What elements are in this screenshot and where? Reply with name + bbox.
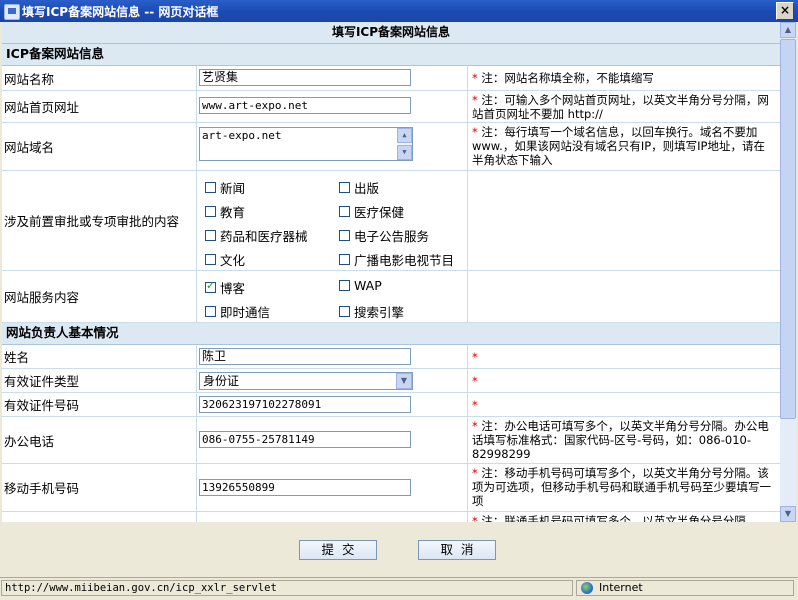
checkbox-blog[interactable]: 博客 <box>205 278 245 297</box>
checkbox-education[interactable]: 教育 <box>205 202 245 221</box>
chevron-down-icon[interactable]: ▼ <box>396 373 412 389</box>
checkbox-broadcast[interactable]: 广播电影电视节目 <box>339 250 454 269</box>
mobile-label: 移动手机号码 <box>2 464 197 511</box>
ie-page-icon <box>4 4 20 20</box>
checkbox-culture[interactable]: 文化 <box>205 250 245 269</box>
globe-icon <box>581 582 593 594</box>
page-title: 填写ICP备案网站信息 <box>2 22 780 44</box>
button-bar: 提交 取消 <box>0 522 798 576</box>
checkbox-publishing[interactable]: 出版 <box>339 178 379 197</box>
id-type-label: 有效证件类型 <box>2 369 197 392</box>
site-name-label: 网站名称 <box>2 66 197 90</box>
scroll-up-icon[interactable]: ▲ <box>780 22 796 38</box>
cancel-button[interactable]: 取消 <box>418 540 496 560</box>
site-home-input[interactable]: www.art-expo.net <box>199 97 411 114</box>
required-mark: * <box>472 374 478 388</box>
site-domain-label: 网站域名 <box>2 123 197 170</box>
row-service: 网站服务内容 博客 WAP 即时通信 搜索引擎 <box>2 271 780 323</box>
unicom-note: * 注：联通手机号码可填写多个，以英文半角分号分隔 <box>472 514 746 522</box>
row-office-phone: 办公电话 086-0755-25781149 * 注：办公电话可填写多个，以英文… <box>2 417 780 464</box>
site-domain-note: * 注：每行填写一个域名信息，以回车换行。域名不要加 www.，如果该网站没有域… <box>472 125 765 167</box>
site-name-note: * 注：网站名称填全称，不能填缩写 <box>472 71 654 85</box>
row-mobile: 移动手机号码 13926550899 * 注：移动手机号码可填写多个，以英文半角… <box>2 464 780 512</box>
office-phone-input[interactable]: 086-0755-25781149 <box>199 431 411 448</box>
site-home-note: * 注：可输入多个网站首页网址，以英文半角分号分隔，网站首页网址不要加 http… <box>472 93 769 121</box>
row-site-home: 网站首页网址 www.art-expo.net * 注：可输入多个网站首页网址，… <box>2 91 780 123</box>
service-label: 网站服务内容 <box>2 271 197 322</box>
row-site-name: 网站名称 艺贤集 * 注：网站名称填全称，不能填缩写 <box>2 66 780 91</box>
close-button[interactable]: × <box>776 2 794 20</box>
checkbox-im[interactable]: 即时通信 <box>205 302 270 321</box>
checkbox-healthcare[interactable]: 医疗保健 <box>339 202 404 221</box>
id-type-select[interactable]: 身份证 ▼ <box>199 372 413 390</box>
site-name-input[interactable]: 艺贤集 <box>199 69 411 86</box>
form-content: 填写ICP备案网站信息 ICP备案网站信息 网站名称 艺贤集 * 注：网站名称填… <box>2 22 780 522</box>
row-site-domain: 网站域名 art-expo.net ▲ ▼ * 注：每行填写一个域名信息，以回车… <box>2 123 780 171</box>
checkbox-wap[interactable]: WAP <box>339 278 382 293</box>
site-home-label: 网站首页网址 <box>2 91 197 122</box>
site-domain-textarea[interactable]: art-expo.net ▲ ▼ <box>199 127 413 161</box>
required-mark: * <box>472 350 478 364</box>
scroll-up-icon[interactable]: ▲ <box>397 128 412 143</box>
status-zone: Internet <box>576 580 794 596</box>
title-bar: 填写ICP备案网站信息 -- 网页对话框 × <box>0 0 798 22</box>
mobile-input[interactable]: 13926550899 <box>199 479 411 496</box>
checkbox-news[interactable]: 新闻 <box>205 178 245 197</box>
scroll-thumb[interactable] <box>780 39 796 419</box>
row-id-number: 有效证件号码 320623197102278091 * <box>2 393 780 417</box>
mobile-note: * 注：移动手机号码可填写多个，以英文半角分号分隔。该项为可选项，但移动手机号码… <box>472 466 771 508</box>
required-mark: * <box>472 398 478 412</box>
owner-name-input[interactable]: 陈卫 <box>199 348 411 365</box>
office-phone-label: 办公电话 <box>2 417 197 463</box>
section-site-info: ICP备案网站信息 <box>2 44 780 66</box>
status-bar: http://www.miibeian.gov.cn/icp_xxlr_serv… <box>0 577 798 600</box>
approval-label: 涉及前置审批或专项审批的内容 <box>2 171 197 270</box>
checkbox-bbs[interactable]: 电子公告服务 <box>339 226 429 245</box>
submit-button[interactable]: 提交 <box>299 540 377 560</box>
scroll-down-icon[interactable]: ▼ <box>397 145 412 160</box>
owner-name-label: 姓名 <box>2 345 197 368</box>
row-approval: 涉及前置审批或专项审批的内容 新闻 出版 教育 医疗保健 药品和医疗器械 电子公… <box>2 171 780 271</box>
scroll-down-icon[interactable]: ▼ <box>780 506 796 522</box>
page-scrollbar[interactable]: ▲ ▼ <box>780 22 796 522</box>
checkbox-checked-icon[interactable] <box>205 279 216 293</box>
row-owner-name: 姓名 陈卫 * <box>2 345 780 369</box>
id-number-label: 有效证件号码 <box>2 393 197 416</box>
status-url: http://www.miibeian.gov.cn/icp_xxlr_serv… <box>1 580 573 596</box>
row-unicom: * 注：联通手机号码可填写多个，以英文半角分号分隔 <box>2 512 780 522</box>
row-id-type: 有效证件类型 身份证 ▼ * <box>2 369 780 393</box>
id-number-input[interactable]: 320623197102278091 <box>199 396 411 413</box>
office-phone-note: * 注：办公电话可填写多个，以英文半角分号分隔。办公电话填写标准格式：国家代码-… <box>472 419 769 461</box>
checkbox-search[interactable]: 搜索引擎 <box>339 302 404 321</box>
dialog-window: 填写ICP备案网站信息 -- 网页对话框 × 填写ICP备案网站信息 ICP备案… <box>0 0 798 600</box>
section-owner-info: 网站负责人基本情况 <box>2 323 780 345</box>
checkbox-medicine[interactable]: 药品和医疗器械 <box>205 226 308 245</box>
window-title: 填写ICP备案网站信息 -- 网页对话框 <box>22 5 219 19</box>
textarea-scrollbar[interactable]: ▲ ▼ <box>397 128 412 160</box>
